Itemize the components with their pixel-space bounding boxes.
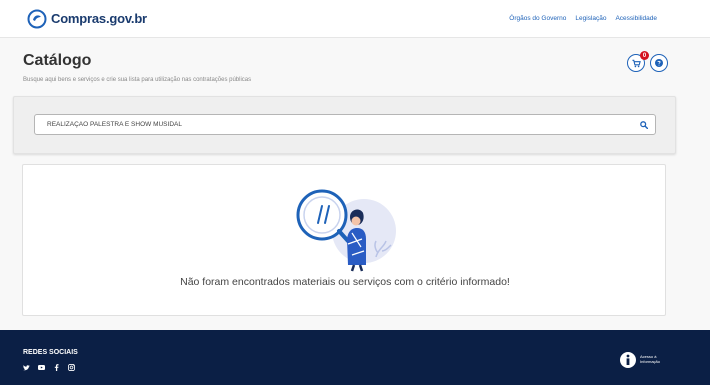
top-nav: Órgãos do Governo Legislação Acessibilid… <box>509 15 657 22</box>
search-box <box>34 114 656 135</box>
facebook-icon[interactable] <box>53 364 60 371</box>
nav-acessibilidade[interactable]: Acessibilidade <box>615 15 657 22</box>
nav-orgaos-governo[interactable]: Órgãos do Governo <box>509 15 566 22</box>
acesso-informacao-text: Acesso à Informação <box>640 354 661 364</box>
page-title: Catálogo <box>23 52 92 69</box>
help-button[interactable] <box>650 54 668 72</box>
empty-results-illustration <box>296 189 396 272</box>
page-subtitle: Busque aqui bens e serviços e crie sua l… <box>23 77 252 83</box>
question-icon <box>655 59 663 67</box>
social-title: REDES SOCIAIS <box>23 349 78 356</box>
search-icon <box>639 120 648 129</box>
search-input[interactable] <box>47 115 627 134</box>
instagram-icon[interactable] <box>68 364 75 371</box>
search-panel <box>13 96 676 154</box>
empty-results-message: Não foram encontrados materiais ou servi… <box>180 276 510 288</box>
logo-text: Compras.gov.br <box>51 11 147 26</box>
search-button[interactable] <box>638 119 649 130</box>
info-icon <box>620 352 636 368</box>
top-bar: Compras.gov.br Órgãos do Governo Legisla… <box>0 0 710 38</box>
acesso-informacao-link[interactable]: Acesso à Informação <box>620 352 668 368</box>
nav-legislacao[interactable]: Legislação <box>575 15 606 22</box>
footer: REDES SOCIAIS Acesso à Informação <box>0 330 710 385</box>
cart-icon <box>631 59 641 67</box>
cart-badge: 0 <box>640 51 649 60</box>
twitter-icon[interactable] <box>23 364 30 371</box>
social-links <box>23 364 75 371</box>
youtube-icon[interactable] <box>38 364 45 371</box>
results-card: Não foram encontrados materiais ou servi… <box>22 164 666 316</box>
compras-logo-icon <box>27 9 47 28</box>
compras-logo[interactable]: Compras.gov.br <box>27 9 147 29</box>
